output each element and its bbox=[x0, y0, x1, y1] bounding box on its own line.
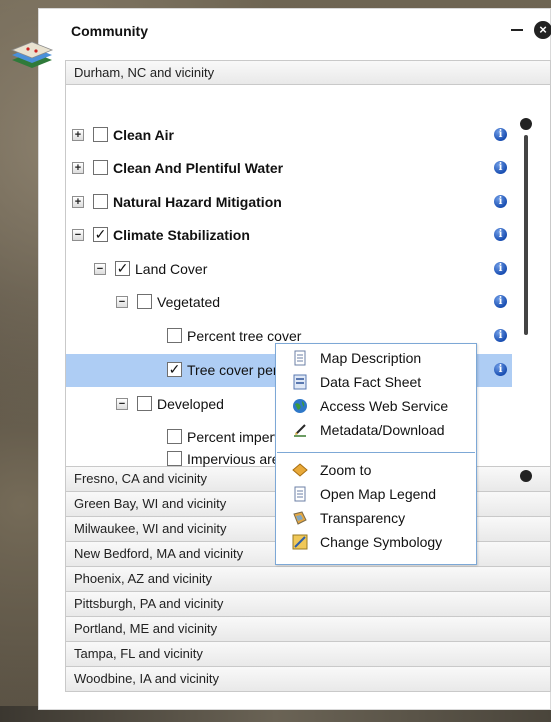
expand-toggle[interactable]: + bbox=[72, 196, 84, 208]
menu-item-change-symbology[interactable]: Change Symbology bbox=[276, 530, 476, 554]
layer-label: Clean Air bbox=[113, 127, 174, 143]
menu-item-label: Transparency bbox=[320, 510, 406, 526]
tree-row-clean-water[interactable]: + Clean And Plentiful Water i bbox=[66, 152, 512, 185]
collapse-toggle[interactable]: − bbox=[94, 263, 106, 275]
info-icon[interactable]: i bbox=[494, 195, 507, 208]
menu-item-label: Access Web Service bbox=[320, 398, 449, 414]
menu-item-label: Map Description bbox=[320, 350, 422, 366]
menu-divider bbox=[277, 452, 475, 453]
minimize-button[interactable] bbox=[511, 29, 523, 31]
menu-item-access-web-service[interactable]: Access Web Service bbox=[276, 394, 476, 418]
menu-item-data-fact-sheet[interactable]: Data Fact Sheet bbox=[276, 370, 476, 394]
layer-label: Land Cover bbox=[135, 261, 208, 277]
menu-item-label: Zoom to bbox=[320, 462, 372, 478]
menu-item-label: Change Symbology bbox=[320, 534, 443, 550]
community-row[interactable]: Woodbine, IA and vicinity bbox=[65, 667, 551, 692]
tree-row-land-cover[interactable]: − ✓ Land Cover i bbox=[66, 253, 512, 286]
collapse-toggle[interactable]: − bbox=[116, 398, 128, 410]
menu-item-label: Metadata/Download bbox=[320, 422, 445, 438]
zoom-icon bbox=[292, 463, 308, 477]
menu-item-map-description[interactable]: Map Description bbox=[276, 346, 476, 370]
symbology-icon bbox=[292, 534, 308, 550]
info-icon[interactable]: i bbox=[494, 262, 507, 275]
info-icon[interactable]: i bbox=[494, 329, 507, 342]
expand-toggle[interactable]: + bbox=[72, 129, 84, 141]
layer-context-menu: Map Description Data Fact Sheet Access W… bbox=[275, 343, 477, 565]
layer-checkbox[interactable] bbox=[167, 328, 182, 343]
tree-row-climate-stabilization[interactable]: − ✓ Climate Stabilization i bbox=[66, 219, 512, 252]
info-icon[interactable]: i bbox=[494, 161, 507, 174]
layer-label: Clean And Plentiful Water bbox=[113, 160, 284, 176]
layer-checkbox[interactable] bbox=[167, 429, 182, 444]
layer-checkbox[interactable] bbox=[93, 127, 108, 142]
layer-checkbox-checked[interactable]: ✓ bbox=[93, 227, 108, 242]
layer-checkbox-checked[interactable]: ✓ bbox=[115, 261, 130, 276]
close-button[interactable]: × bbox=[534, 21, 551, 39]
community-row[interactable]: Tampa, FL and vicinity bbox=[65, 642, 551, 667]
scroll-down-button[interactable] bbox=[520, 470, 532, 482]
scrollbar-thumb[interactable] bbox=[524, 135, 528, 335]
info-icon[interactable]: i bbox=[494, 128, 507, 141]
legend-icon bbox=[294, 486, 306, 502]
collapse-toggle[interactable]: − bbox=[72, 229, 84, 241]
info-icon[interactable]: i bbox=[494, 228, 507, 241]
app-logo-icon bbox=[10, 41, 54, 68]
tree-row-vegetated[interactable]: − Vegetated i bbox=[66, 286, 512, 319]
info-icon[interactable]: i bbox=[494, 363, 507, 376]
scroll-up-button[interactable] bbox=[520, 118, 532, 130]
community-row[interactable]: Portland, ME and vicinity bbox=[65, 617, 551, 642]
layer-checkbox[interactable] bbox=[137, 396, 152, 411]
transparency-icon bbox=[293, 511, 307, 525]
layer-label: Climate Stabilization bbox=[113, 227, 250, 243]
layer-label: Natural Hazard Mitigation bbox=[113, 194, 282, 210]
globe-icon bbox=[293, 399, 307, 413]
layer-label: Vegetated bbox=[157, 294, 221, 310]
community-row[interactable]: Phoenix, AZ and vicinity bbox=[65, 567, 551, 592]
menu-item-zoom-to[interactable]: Zoom to bbox=[276, 458, 476, 482]
layer-checkbox[interactable] bbox=[93, 160, 108, 175]
layer-label: Developed bbox=[157, 396, 224, 412]
menu-item-transparency[interactable]: Transparency bbox=[276, 506, 476, 530]
menu-item-label: Data Fact Sheet bbox=[320, 374, 422, 390]
community-header-durham[interactable]: Durham, NC and vicinity bbox=[65, 60, 551, 85]
expand-toggle[interactable]: + bbox=[72, 162, 84, 174]
tree-row-natural-hazard[interactable]: + Natural Hazard Mitigation i bbox=[66, 186, 512, 219]
layer-label: Percent tree cover bbox=[187, 328, 302, 344]
menu-item-label: Open Map Legend bbox=[320, 486, 436, 502]
layer-checkbox[interactable] bbox=[167, 451, 182, 466]
panel-title: Community bbox=[71, 23, 148, 39]
layer-checkbox[interactable] bbox=[93, 194, 108, 209]
menu-item-metadata-download[interactable]: Metadata/Download bbox=[276, 418, 476, 442]
layer-checkbox-checked[interactable]: ✓ bbox=[167, 362, 182, 377]
sheet-icon bbox=[293, 374, 307, 390]
collapse-toggle[interactable]: − bbox=[116, 296, 128, 308]
pen-icon bbox=[294, 424, 306, 437]
tree-row-clean-air[interactable]: + Clean Air i bbox=[66, 119, 512, 152]
document-icon bbox=[294, 350, 306, 366]
community-row[interactable]: Pittsburgh, PA and vicinity bbox=[65, 592, 551, 617]
panel-header: Community × bbox=[39, 9, 551, 55]
layer-checkbox[interactable] bbox=[137, 294, 152, 309]
info-icon[interactable]: i bbox=[494, 295, 507, 308]
menu-item-open-map-legend[interactable]: Open Map Legend bbox=[276, 482, 476, 506]
